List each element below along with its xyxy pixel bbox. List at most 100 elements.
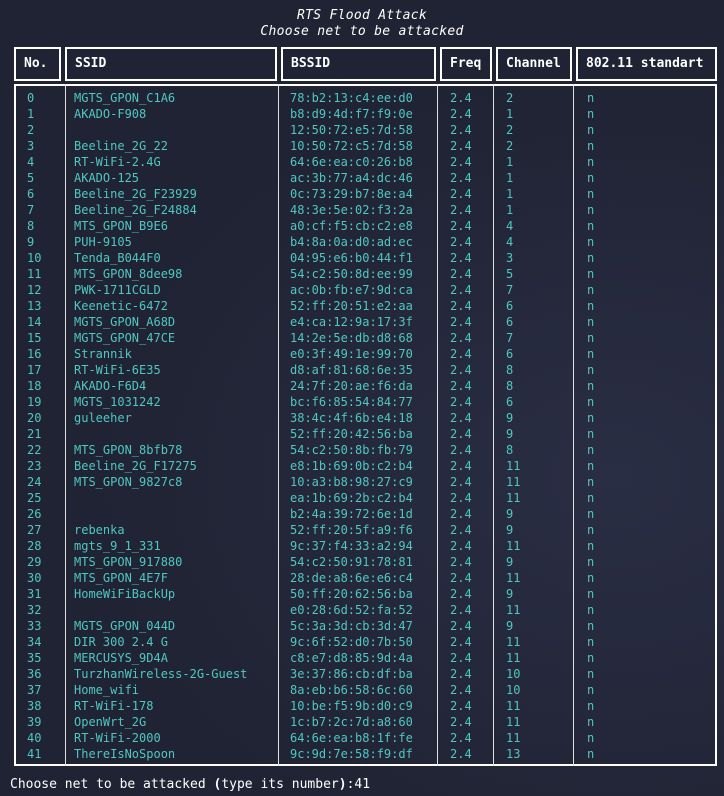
table-row: 9 PUH-9105 b4:8a:0a:d0:ad:ec 2.4 4 n: [0, 234, 700, 250]
row-ssid: MGTS_GPON_A68D: [74, 315, 176, 329]
row-ssid: Beeline_2G_F23929: [74, 187, 197, 201]
row-channel: 10: [506, 683, 521, 697]
page-title: RTS Flood Attack: [296, 8, 428, 23]
table-row: 16 Strannik e0:3f:49:1e:99:70 2.4 6 n: [0, 346, 700, 362]
row-standard: n: [587, 587, 595, 601]
row-ssid: MTS_GPON_917880: [74, 555, 183, 569]
row-freq: 2.4: [450, 379, 472, 393]
col-header-no: No.: [14, 47, 61, 81]
row-channel: 6: [506, 395, 514, 409]
row-standard: n: [587, 651, 595, 665]
row-ssid: MGTS_1031242: [74, 395, 161, 409]
row-bssid: b4:8a:0a:d0:ad:ec: [290, 235, 413, 249]
row-bssid: a0:cf:f5:cb:c2:e8: [290, 219, 413, 233]
row-channel: 11: [506, 491, 521, 505]
row-ssid: RT-WiFi-2000: [74, 731, 161, 745]
row-standard: n: [587, 571, 595, 585]
row-freq: 2.4: [450, 747, 472, 761]
row-bssid: 10:be:f5:9b:d0:c9: [290, 699, 413, 713]
row-number: 38: [27, 699, 42, 713]
row-ssid: MTS_GPON_B9E6: [74, 219, 168, 233]
table-row: 18 AKADO-F6D4 24:7f:20:ae:f6:da 2.4 8 n: [0, 378, 700, 394]
row-channel: 1: [506, 171, 514, 185]
table-row: 27 rebenka 52:ff:20:5f:a9:f6 2.4 9 n: [0, 522, 700, 538]
row-number: 16: [27, 347, 42, 361]
row-freq: 2.4: [450, 363, 472, 377]
row-channel: 1: [506, 155, 514, 169]
row-freq: 2.4: [450, 299, 472, 313]
table-row: 41 ThereIsNoSpoon 9c:9d:7e:58:f9:df 2.4 13 n: [0, 746, 700, 762]
row-channel: 11: [506, 715, 521, 729]
table-row: 28 mgts_9_1_331 9c:37:f4:33:a2:94 2.4 11 n: [0, 538, 700, 554]
row-number: 36: [27, 667, 42, 681]
row-bssid: c8:e7:d8:85:9d:4a: [290, 651, 413, 665]
row-bssid: 54:c2:50:8d:ee:99: [290, 267, 413, 281]
row-number: 10: [27, 251, 42, 265]
row-ssid: AKADO-125: [74, 171, 140, 185]
row-freq: 2.4: [450, 235, 472, 249]
row-bssid: 52:ff:20:5f:a9:f6: [290, 523, 413, 537]
row-freq: 2.4: [450, 267, 472, 281]
row-channel: 4: [506, 235, 514, 249]
row-ssid: PWK-1711CGLD: [74, 283, 161, 297]
row-bssid: 9c:37:f4:33:a2:94: [290, 539, 413, 553]
row-number: 34: [27, 635, 42, 649]
table-row: 31 HomeWiFiBackUp 50:ff:20:62:56:ba 2.4 9 n: [0, 586, 700, 602]
row-freq: 2.4: [450, 491, 472, 505]
row-number: 26: [27, 507, 42, 521]
row-standard: n: [587, 603, 595, 617]
col-header-freq: Freq: [440, 47, 492, 81]
table-row: 38 RT-WiFi-178 10:be:f5:9b:d0:c9 2.4 11 n: [0, 698, 700, 714]
row-number: 18: [27, 379, 42, 393]
row-freq: 2.4: [450, 635, 472, 649]
row-ssid: MTS_GPON_8dee98: [74, 267, 183, 281]
prompt-input[interactable]: :41: [347, 777, 370, 792]
row-freq: 2.4: [450, 571, 472, 585]
table-row: 40 RT-WiFi-2000 64:6e:ea:b8:1f:fe 2.4 11 n: [0, 730, 700, 746]
row-channel: 10: [506, 667, 521, 681]
table-row: 15 MGTS_GPON_47CE 14:2e:5e:db:d8:68 2.4 7 n: [0, 330, 700, 346]
row-ssid: MGTS_GPON_044D: [74, 619, 176, 633]
row-number: 40: [27, 731, 42, 745]
table-row: 19 MGTS_1031242 bc:f6:85:54:84:77 2.4 6 n: [0, 394, 700, 410]
row-bssid: bc:f6:85:54:84:77: [290, 395, 413, 409]
row-number: 5: [27, 171, 35, 185]
row-freq: 2.4: [450, 683, 472, 697]
row-channel: 9: [506, 507, 514, 521]
row-bssid: 10:a3:b8:98:27:c9: [290, 475, 413, 489]
row-bssid: b8:d9:4d:f7:f9:0e: [290, 107, 413, 121]
row-number: 25: [27, 491, 42, 505]
row-number: 15: [27, 331, 42, 345]
row-channel: 8: [506, 363, 514, 377]
row-channel: 6: [506, 347, 514, 361]
row-channel: 9: [506, 619, 514, 633]
row-standard: n: [587, 395, 595, 409]
row-channel: 11: [506, 459, 521, 473]
row-channel: 8: [506, 443, 514, 457]
row-ssid: RT-WiFi-2.4G: [74, 155, 161, 169]
row-channel: 9: [506, 555, 514, 569]
row-bssid: e4:ca:12:9a:17:3f: [290, 315, 413, 329]
row-freq: 2.4: [450, 427, 472, 441]
row-standard: n: [587, 731, 595, 745]
row-standard: n: [587, 283, 595, 297]
row-freq: 2.4: [450, 555, 472, 569]
table-row: 0 MGTS_GPON_C1A6 78:b2:13:c4:ee:d0 2.4 2 n: [0, 90, 700, 106]
row-ssid: MGTS_GPON_C1A6: [74, 91, 176, 105]
row-freq: 2.4: [450, 603, 472, 617]
row-number: 3: [27, 139, 35, 153]
row-channel: 7: [506, 283, 514, 297]
row-freq: 2.4: [450, 331, 472, 345]
row-freq: 2.4: [450, 107, 472, 121]
col-header-channel: Channel: [496, 47, 572, 81]
row-ssid: Beeline_2G_F17275: [74, 459, 197, 473]
row-standard: n: [587, 91, 595, 105]
row-bssid: 12:50:72:e5:7d:58: [290, 123, 413, 137]
command-prompt[interactable]: Choose net to be attacked (type its numb…: [10, 776, 370, 794]
row-channel: 6: [506, 299, 514, 313]
row-bssid: 8a:eb:b6:58:6c:60: [290, 683, 413, 697]
row-bssid: 3e:37:86:cb:df:ba: [290, 667, 413, 681]
col-header-ssid: SSID: [65, 47, 277, 81]
table-row: 2 12:50:72:e5:7d:58 2.4 2 n: [0, 122, 700, 138]
row-standard: n: [587, 619, 595, 633]
